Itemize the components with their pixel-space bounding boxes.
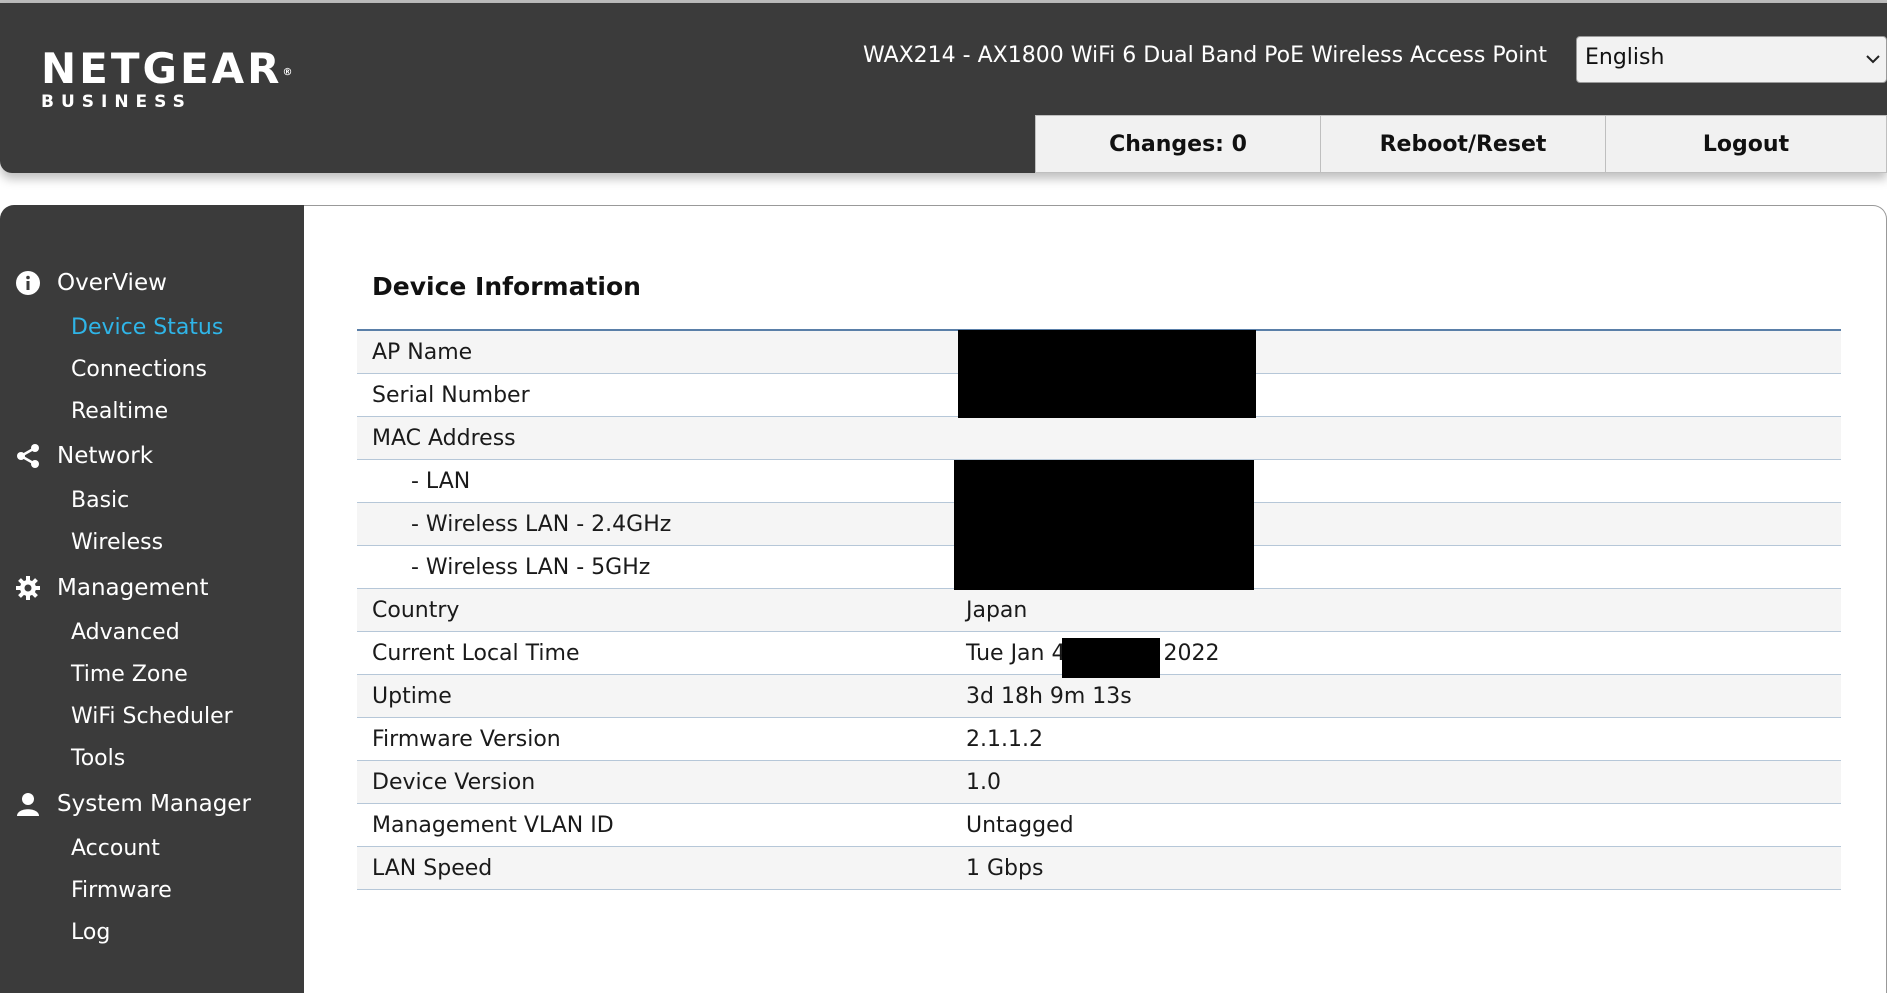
logout-button[interactable]: Logout bbox=[1605, 115, 1887, 173]
redaction-box-ap-serial bbox=[958, 330, 1256, 418]
row-label: MAC Address bbox=[372, 425, 516, 451]
row-label: Device Version bbox=[372, 769, 536, 795]
time-suffix: 2022 bbox=[1163, 640, 1220, 666]
sidebar-section-label: Network bbox=[57, 443, 154, 469]
sidebar: OverView Device Status Connections Realt… bbox=[0, 205, 304, 993]
netgear-logo[interactable]: NETGEAR® BUSINESS bbox=[41, 44, 293, 113]
user-icon bbox=[14, 790, 42, 818]
share-icon bbox=[14, 442, 42, 470]
sidebar-item-wireless[interactable]: Wireless bbox=[71, 530, 163, 555]
row-value: 1.0 bbox=[966, 769, 1001, 795]
redaction-box-time bbox=[1062, 638, 1160, 678]
row-label: - Wireless LAN - 5GHz bbox=[411, 554, 651, 580]
chevron-down-icon bbox=[1866, 49, 1880, 68]
gear-icon bbox=[14, 574, 42, 602]
table-row-firmware-version: Firmware Version 2.1.1.2 bbox=[357, 718, 1841, 761]
row-label: Firmware Version bbox=[372, 726, 561, 752]
row-label: AP Name bbox=[372, 339, 473, 365]
sidebar-section-network[interactable]: Network bbox=[0, 442, 153, 470]
row-value: 3d 18h 9m 13s bbox=[966, 683, 1132, 709]
redaction-box-mac bbox=[954, 460, 1254, 590]
sidebar-section-label: System Manager bbox=[57, 791, 251, 817]
table-row-device-version: Device Version 1.0 bbox=[357, 761, 1841, 804]
page-title: Device Information bbox=[372, 272, 641, 301]
row-label: - LAN bbox=[411, 468, 471, 494]
sidebar-item-advanced[interactable]: Advanced bbox=[71, 620, 180, 645]
product-title: WAX214 - AX1800 WiFi 6 Dual Band PoE Wir… bbox=[863, 43, 1547, 68]
sidebar-item-connections[interactable]: Connections bbox=[71, 357, 207, 382]
sidebar-item-realtime[interactable]: Realtime bbox=[71, 399, 168, 424]
table-row-mac-address: MAC Address bbox=[357, 417, 1841, 460]
table-row-country: Country Japan bbox=[357, 589, 1841, 632]
sidebar-section-management[interactable]: Management bbox=[0, 574, 209, 602]
logo-wordmark: NETGEAR® bbox=[41, 44, 293, 93]
sidebar-item-log[interactable]: Log bbox=[71, 920, 110, 945]
row-label: LAN Speed bbox=[372, 855, 493, 881]
row-label: Country bbox=[372, 597, 460, 623]
language-select[interactable]: English bbox=[1576, 36, 1887, 83]
row-label: Serial Number bbox=[372, 382, 530, 408]
sidebar-section-overview[interactable]: OverView bbox=[0, 269, 167, 297]
sidebar-item-wifi-scheduler[interactable]: WiFi Scheduler bbox=[71, 704, 233, 729]
row-label: Management VLAN ID bbox=[372, 812, 614, 838]
sidebar-section-label: Management bbox=[57, 575, 209, 601]
sidebar-item-time-zone[interactable]: Time Zone bbox=[71, 662, 188, 687]
logo-subtitle: BUSINESS bbox=[41, 92, 192, 112]
row-label: - Wireless LAN - 2.4GHz bbox=[411, 511, 672, 537]
sidebar-item-firmware[interactable]: Firmware bbox=[71, 878, 172, 903]
row-label: Uptime bbox=[372, 683, 452, 709]
sidebar-item-basic[interactable]: Basic bbox=[71, 488, 129, 513]
time-prefix: Tue Jan 4 bbox=[966, 640, 1066, 666]
table-row-management-vlan: Management VLAN ID Untagged bbox=[357, 804, 1841, 847]
row-value: 2.1.1.2 bbox=[966, 726, 1043, 752]
row-value: Japan bbox=[966, 597, 1028, 623]
language-value: English bbox=[1585, 45, 1665, 70]
table-row-uptime: Uptime 3d 18h 9m 13s bbox=[357, 675, 1841, 718]
row-value: 1 Gbps bbox=[966, 855, 1044, 881]
info-icon bbox=[14, 269, 42, 297]
table-row-lan-speed: LAN Speed 1 Gbps bbox=[357, 847, 1841, 890]
sidebar-section-label: OverView bbox=[57, 270, 167, 296]
sidebar-item-device-status[interactable]: Device Status bbox=[71, 315, 223, 340]
header-bar: NETGEAR® BUSINESS WAX214 - AX1800 WiFi 6… bbox=[0, 3, 1887, 173]
sidebar-item-account[interactable]: Account bbox=[71, 836, 160, 861]
sidebar-section-system-manager[interactable]: System Manager bbox=[0, 790, 251, 818]
changes-button[interactable]: Changes: 0 bbox=[1035, 115, 1321, 173]
row-label: Current Local Time bbox=[372, 640, 580, 666]
row-value: Untagged bbox=[966, 812, 1074, 838]
reboot-reset-button[interactable]: Reboot/Reset bbox=[1320, 115, 1606, 173]
sidebar-item-tools[interactable]: Tools bbox=[71, 746, 125, 771]
